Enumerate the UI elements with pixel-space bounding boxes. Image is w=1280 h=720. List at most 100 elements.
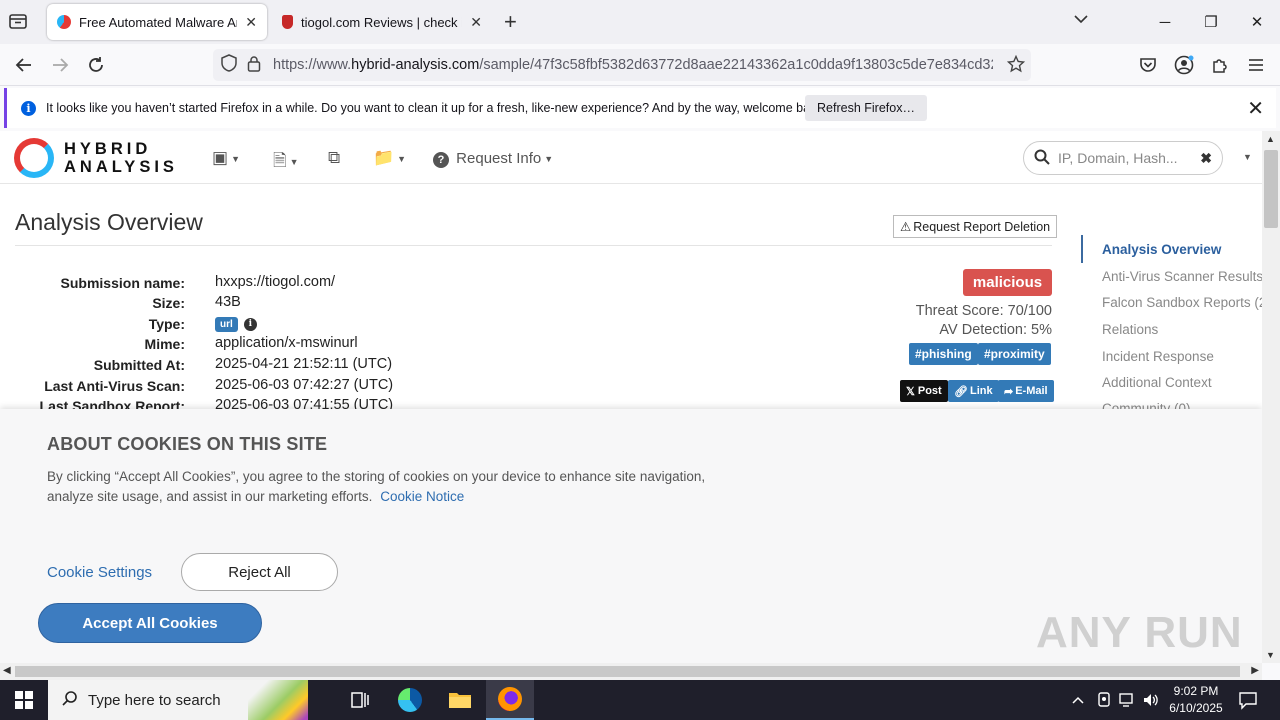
show-hidden-icons-chevron-up-icon[interactable] [1071,692,1085,710]
tab-hybrid-analysis[interactable]: Free Automated Malware Analy ✕ [47,4,267,40]
account-dropdown-caret-icon[interactable]: ▼ [1243,152,1252,162]
cookie-notice-link[interactable]: Cookie Notice [380,489,464,504]
cookie-settings-link[interactable]: Cookie Settings [47,564,152,581]
sidenav-antivirus-results[interactable]: Anti-Virus Scanner Results [1102,269,1262,284]
firefox-taskbar-icon[interactable] [486,680,534,720]
new-tab-plus-icon[interactable]: + [504,9,517,35]
submission-name-value: hxxps://tiogol.com/ [215,274,336,290]
share-post-button[interactable]: 𝕏 Post [900,380,948,402]
bookmark-star-icon[interactable] [1006,54,1026,77]
last-av-scan-label: Last Anti-Virus Scan: [44,378,185,394]
site-search-box[interactable]: IP, Domain, Hash... ✖ [1023,141,1223,175]
threat-score: Threat Score: 70/100 [915,303,1052,319]
pocket-icon[interactable] [1134,51,1162,79]
sidenav-incident-response[interactable]: Incident Response [1102,349,1214,364]
back-arrow-icon[interactable] [10,51,38,79]
forward-arrow-icon[interactable] [46,51,74,79]
site-header: HYBRID ANALYSIS ▣ ▼ 🗎 ▼ ⧉ 📁 ▼ ? Request Inf… [0,131,1262,184]
vertical-scrollbar-thumb[interactable] [1264,150,1278,228]
reload-icon[interactable] [82,51,110,79]
refresh-firefox-button[interactable]: Refresh Firefox… [805,95,927,121]
malicious-verdict-badge: malicious [963,269,1052,296]
network-icon[interactable] [1118,691,1136,714]
system-clock[interactable]: 9:02 PM 6/10/2025 [1160,683,1232,717]
submit-file-menu-icon[interactable]: 🗎 ▼ [273,148,299,177]
search-highlight-flowers-icon [248,680,308,720]
reject-all-cookies-button[interactable]: Reject All [181,553,338,591]
sidenav-analysis-overview[interactable]: Analysis Overview [1102,242,1221,257]
scroll-right-arrow-icon[interactable]: ▶ [1251,665,1259,676]
submitted-at-value: 2025-04-21 21:52:11 (UTC) [215,356,393,372]
extensions-puzzle-icon[interactable] [1206,51,1234,79]
horizontal-scrollbar-thumb[interactable] [15,666,1240,677]
minimize-window-button[interactable]: ─ [1142,0,1188,44]
mime-value: application/x-mswinurl [215,335,358,351]
share-email-button[interactable]: ➦ E-Mail [998,380,1054,402]
task-view-icon[interactable] [336,680,384,720]
share-link-button[interactable]: 🔗︎ Link [948,380,999,402]
chevron-down-icon: ▼ [544,154,554,165]
shield-favicon-icon [282,15,293,29]
url-prefix: https://www. [273,57,352,73]
sidenav-active-indicator [1081,235,1083,263]
info-icon: i [21,100,36,116]
logo-line-1: HYBRID [64,140,152,158]
sidenav-relations[interactable]: Relations [1102,322,1158,337]
sandbox-menu-cube-icon[interactable]: ▣ ▼ [212,148,240,168]
tab-tiogol-reviews[interactable]: tiogol.com Reviews | check if th ✕ [272,4,492,40]
list-all-tabs-chevron-down-icon[interactable] [1073,12,1089,30]
scroll-up-arrow-icon[interactable]: ▲ [1266,134,1275,144]
volume-speaker-icon[interactable] [1142,691,1160,714]
tab-overview-icon[interactable] [8,12,30,32]
browser-nav-bar: https://www.hybrid-analysis.com/sample/4… [0,44,1280,86]
sidenav-additional-context[interactable]: Additional Context [1102,375,1212,390]
request-report-deletion-button[interactable]: ⚠ Request Report Deletion [893,215,1058,238]
address-bar[interactable]: https://www.hybrid-analysis.com/sample/4… [213,49,1031,81]
page-title: Analysis Overview [15,209,203,235]
search-icon [1034,149,1050,168]
clear-search-icon[interactable]: ✖ [1200,150,1212,167]
size-value: 43B [215,294,241,310]
close-window-button[interactable]: ✕ [1234,0,1280,44]
padlock-icon[interactable] [247,55,261,76]
search-icon [62,690,78,710]
tab-title: Free Automated Malware Analy [79,14,237,30]
close-tab-icon[interactable]: ✕ [470,14,482,31]
cookie-banner-title: ABOUT COOKIES ON THIS SITE [47,434,328,454]
close-tab-icon[interactable]: ✕ [245,14,257,31]
type-badge: url [215,316,238,332]
folder-menu-icon[interactable]: 📁 ▼ [373,148,406,168]
scroll-down-arrow-icon[interactable]: ▼ [1266,650,1275,660]
location-device-icon[interactable] [1096,691,1112,714]
hybrid-analysis-favicon-icon [57,15,71,29]
hamburger-menu-icon[interactable] [1242,51,1270,79]
tag-phishing[interactable]: #phishing [909,343,978,365]
clock-date: 6/10/2025 [1169,701,1223,715]
windows-start-icon[interactable] [0,680,48,720]
tracking-protection-shield-icon[interactable] [221,54,237,76]
request-info-label: Request Info [456,150,542,167]
link-chain-icon: 🔗︎ [954,385,968,398]
accept-all-cookies-button[interactable]: Accept All Cookies [38,603,262,643]
site-logo-text[interactable]: HYBRID ANALYSIS [64,140,178,176]
close-notification-icon[interactable]: ✕ [1247,96,1264,121]
windows-taskbar: Type here to search 9:02 PM 6/10/2025 [0,680,1280,720]
edge-browser-icon[interactable] [386,680,434,720]
hybrid-analysis-logo-icon[interactable] [14,138,54,178]
file-explorer-icon[interactable] [436,680,484,720]
account-avatar-icon[interactable] [1170,51,1198,79]
notifications-chat-icon[interactable] [1238,690,1258,715]
scroll-left-arrow-icon[interactable]: ◀ [3,665,11,676]
request-info-menu[interactable]: ? Request Info ▼ [433,150,553,168]
url-path: /sample/47f3c58fbf5382d63772d8aae2214336… [479,57,993,73]
taskbar-search-box[interactable]: Type here to search [48,680,308,720]
search-input[interactable]: IP, Domain, Hash... [1058,150,1200,166]
warning-icon: ⚠ [900,220,912,234]
question-circle-icon: ? [433,152,449,168]
tag-proximity[interactable]: #proximity [978,343,1051,365]
url-text: https://www.hybrid-analysis.com/sample/4… [273,57,993,73]
restore-window-button[interactable]: ❐ [1188,0,1234,44]
type-info-icon[interactable]: i [243,317,257,331]
copy-documents-icon[interactable]: ⧉ [328,148,340,168]
sidenav-falcon-sandbox-reports[interactable]: Falcon Sandbox Reports (2) [1102,295,1262,310]
